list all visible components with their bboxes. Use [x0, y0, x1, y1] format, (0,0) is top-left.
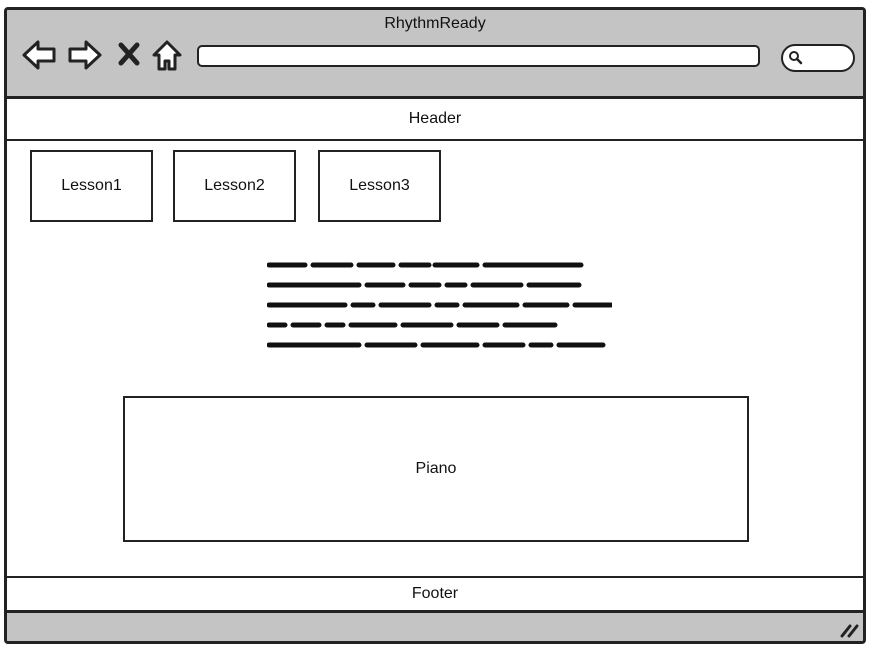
- browser-window: RhythmReady Header Lesson1 Lesson2 Lesso…: [4, 7, 866, 644]
- page-footer: Footer: [7, 576, 863, 613]
- window-title: RhythmReady: [384, 15, 486, 32]
- address-bar[interactable]: [197, 45, 760, 67]
- home-icon[interactable]: [149, 37, 185, 73]
- lesson-2-button[interactable]: Lesson2: [173, 150, 296, 222]
- search-field[interactable]: [781, 44, 855, 72]
- browser-toolbar: RhythmReady: [7, 10, 863, 99]
- status-bar: [7, 613, 863, 641]
- placeholder-text-block: [267, 262, 612, 348]
- page-header: Header: [7, 99, 863, 141]
- forward-arrow-icon[interactable]: [67, 37, 103, 73]
- back-arrow-icon[interactable]: [21, 37, 57, 73]
- close-icon[interactable]: [115, 37, 143, 73]
- resize-handle-icon[interactable]: [839, 622, 859, 638]
- search-icon: [789, 51, 803, 65]
- lesson-1-button[interactable]: Lesson1: [30, 150, 153, 222]
- lesson-3-button[interactable]: Lesson3: [318, 150, 441, 222]
- piano-panel[interactable]: Piano: [123, 396, 749, 542]
